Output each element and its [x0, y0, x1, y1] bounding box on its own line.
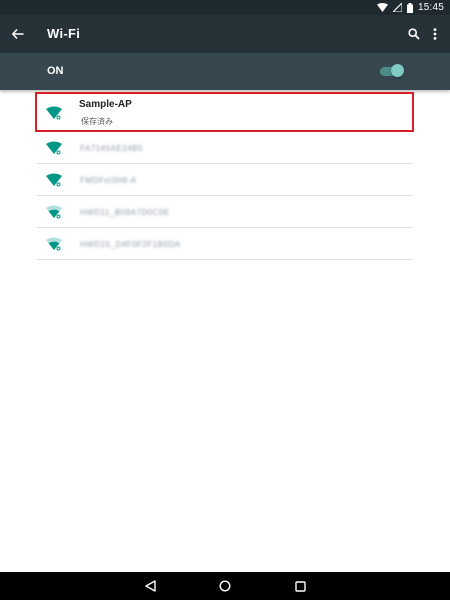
wifi-signal-medium-icon	[46, 205, 62, 219]
network-status: 保存済み	[81, 117, 113, 126]
page-title: Wi-Fi	[47, 26, 81, 41]
nav-home-button[interactable]	[217, 578, 233, 594]
network-name: HWD15_D4F0F2F1B0DA	[80, 240, 181, 249]
more-options-button[interactable]	[427, 24, 443, 44]
search-icon	[408, 28, 420, 40]
network-item[interactable]: HWD15_D4F0F2F1B0DA	[37, 228, 412, 260]
wifi-signal-medium-icon	[46, 237, 62, 251]
wifi-signal-full-icon	[46, 106, 62, 120]
search-button[interactable]	[404, 24, 424, 44]
network-list: Sample-AP 保存済み FA7145AE24B5 FMDFxI3H8-A …	[35, 92, 414, 260]
wifi-signal-full-icon	[46, 141, 62, 155]
nav-recents-button[interactable]	[292, 578, 308, 594]
network-item[interactable]: FA7145AE24B5	[37, 132, 412, 164]
wifi-status-icon	[376, 3, 388, 12]
recents-square-icon	[294, 580, 306, 592]
wifi-signal-full-icon	[46, 173, 62, 187]
back-button[interactable]	[6, 22, 30, 46]
network-name: Sample-AP	[79, 99, 132, 110]
app-bar: Wi-Fi	[0, 15, 450, 53]
toggle-thumb	[391, 64, 404, 77]
back-triangle-icon	[144, 580, 156, 592]
network-item[interactable]: FMDFxI3H8-A	[37, 164, 412, 196]
network-name: FMDFxI3H8-A	[80, 176, 137, 185]
status-icons: 15:45	[376, 1, 444, 14]
status-bar: 15:45	[0, 0, 450, 15]
navigation-bar	[0, 572, 450, 600]
wifi-switch-bar: ON	[0, 53, 450, 90]
arrow-left-icon	[12, 29, 24, 39]
wifi-toggle[interactable]	[380, 64, 404, 80]
status-time: 15:45	[417, 2, 444, 13]
network-name: FA7145AE24B5	[80, 144, 143, 153]
signal-icon	[392, 3, 402, 12]
nav-back-button[interactable]	[142, 578, 158, 594]
network-item[interactable]: Sample-AP 保存済み	[35, 92, 414, 132]
more-vert-icon	[433, 28, 437, 40]
network-name: HWD11_B09A7D0C0E	[80, 208, 170, 217]
battery-icon	[406, 2, 413, 13]
network-item[interactable]: HWD11_B09A7D0C0E	[37, 196, 412, 228]
home-circle-icon	[219, 580, 231, 592]
wifi-switch-label: ON	[47, 65, 64, 77]
